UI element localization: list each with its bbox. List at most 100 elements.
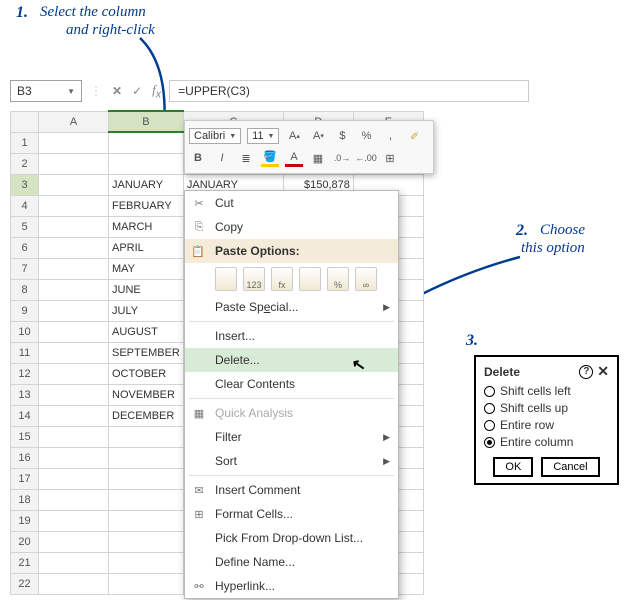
row-header[interactable]: 1 [11,132,39,153]
row-header[interactable]: 17 [11,468,39,489]
font-color-icon[interactable]: A [285,149,303,167]
corner-cell[interactable] [11,111,39,132]
decimal-inc-icon[interactable]: ←.00 [357,149,375,167]
paste-transpose-icon[interactable] [299,267,321,291]
italic-icon[interactable]: I [213,149,231,167]
close-icon[interactable]: ✕ [597,363,609,380]
ctx-label: Insert... [215,329,255,343]
cell[interactable]: OCTOBER [109,363,184,384]
annotation-step3-num: 3. [466,332,478,350]
cell[interactable]: NOVEMBER [109,384,184,405]
ctx-define-name[interactable]: Define Name... [185,550,398,574]
percent-icon[interactable]: % [357,127,375,145]
ctx-label: Cut [215,196,234,210]
row-header[interactable]: 7 [11,258,39,279]
ctx-hyperlink[interactable]: ⚯Hyperlink... [185,574,398,598]
separator [189,321,394,322]
row-header[interactable]: 19 [11,510,39,531]
cell[interactable]: MARCH [109,216,184,237]
comma-icon[interactable]: , [381,127,399,145]
ctx-pick-list[interactable]: Pick From Drop-down List... [185,526,398,550]
fx-icon[interactable]: fx [152,82,161,101]
cancel-button[interactable]: Cancel [541,457,599,477]
row-header[interactable]: 4 [11,195,39,216]
ctx-filter[interactable]: Filter▶ [185,425,398,449]
paste-values-icon[interactable]: 123 [243,267,265,291]
row-header[interactable]: 5 [11,216,39,237]
quick-analysis-icon: ▦ [191,407,207,420]
paste-formatting-icon[interactable]: % [327,267,349,291]
col-header-b[interactable]: B [109,111,184,132]
font-size-picker[interactable]: 11▼ [247,128,279,144]
increase-font-icon[interactable]: A▴ [285,127,303,145]
ctx-paste-special[interactable]: Paste Special...▶ [185,295,398,319]
format-icon: ⊞ [191,508,207,521]
ctx-insert[interactable]: Insert... [185,324,398,348]
ctx-clear[interactable]: Clear Contents [185,372,398,396]
row-header[interactable]: 8 [11,279,39,300]
row-header[interactable]: 22 [11,573,39,594]
ok-button[interactable]: OK [493,457,533,477]
ctx-sort[interactable]: Sort▶ [185,449,398,473]
name-box-dropdown-icon[interactable]: ▼ [67,87,75,96]
paste-link-icon[interactable]: ∞ [355,267,377,291]
radio-entire-row[interactable]: Entire row [484,418,609,432]
cell[interactable]: DECEMBER [109,405,184,426]
row-header[interactable]: 2 [11,153,39,174]
radio-label: Entire row [500,418,554,432]
name-box[interactable]: B3▼ [10,80,82,102]
row-header[interactable]: 12 [11,363,39,384]
row-header[interactable]: 20 [11,531,39,552]
row-header[interactable]: 3 [11,174,39,195]
col-header-a[interactable]: A [39,111,109,132]
radio-shift-up[interactable]: Shift cells up [484,401,609,415]
row-header[interactable]: 13 [11,384,39,405]
separator [189,475,394,476]
radio-shift-left[interactable]: Shift cells left [484,384,609,398]
ctx-format-cells[interactable]: ⊞Format Cells... [185,502,398,526]
cell[interactable]: MAY [109,258,184,279]
row-header[interactable]: 10 [11,321,39,342]
align-icon[interactable]: ≣ [237,149,255,167]
dialog-title: Delete [484,365,520,379]
ctx-label: Copy [215,220,243,234]
ctx-cut[interactable]: ✂Cut [185,191,398,215]
row-header[interactable]: 16 [11,447,39,468]
row-header[interactable]: 14 [11,405,39,426]
borders-icon[interactable]: ▦ [309,149,327,167]
cell[interactable]: SEPTEMBER [109,342,184,363]
row-header[interactable]: 15 [11,426,39,447]
row-header[interactable]: 6 [11,237,39,258]
formula-text: =UPPER(C3) [178,84,250,98]
ctx-label: Filter [215,430,242,444]
paste-option-icon[interactable] [215,267,237,291]
bold-icon[interactable]: B [189,149,207,167]
format-painter-icon[interactable]: ✐ [405,127,423,145]
paste-formulas-icon[interactable]: fx [271,267,293,291]
decimal-dec-icon[interactable]: .0→ [333,149,351,167]
radio-entire-column[interactable]: Entire column [484,435,609,449]
cancel-formula-icon[interactable]: ✕ [112,84,122,98]
radio-icon [484,403,495,414]
cell[interactable]: FEBRUARY [109,195,184,216]
row-header[interactable]: 18 [11,489,39,510]
cell[interactable]: JUNE [109,279,184,300]
ctx-label: Pick From Drop-down List... [215,531,363,545]
fill-color-icon[interactable]: 🪣 [261,149,279,167]
formula-input[interactable]: =UPPER(C3) [169,80,529,102]
cell[interactable]: AUGUST [109,321,184,342]
help-icon[interactable]: ? [579,365,593,379]
currency-icon[interactable]: $ [333,127,351,145]
merge-icon[interactable]: ⊞ [381,149,399,167]
row-header[interactable]: 9 [11,300,39,321]
cell-b3[interactable]: JANUARY [109,174,184,195]
row-header[interactable]: 11 [11,342,39,363]
ctx-insert-comment[interactable]: ✉Insert Comment [185,478,398,502]
row-header[interactable]: 21 [11,552,39,573]
cell[interactable]: JULY [109,300,184,321]
cell[interactable]: APRIL [109,237,184,258]
font-picker[interactable]: Calibri▼ [189,128,241,144]
ctx-copy[interactable]: ⎘Copy [185,215,398,239]
enter-formula-icon[interactable] [132,84,142,98]
decrease-font-icon[interactable]: A▾ [309,127,327,145]
